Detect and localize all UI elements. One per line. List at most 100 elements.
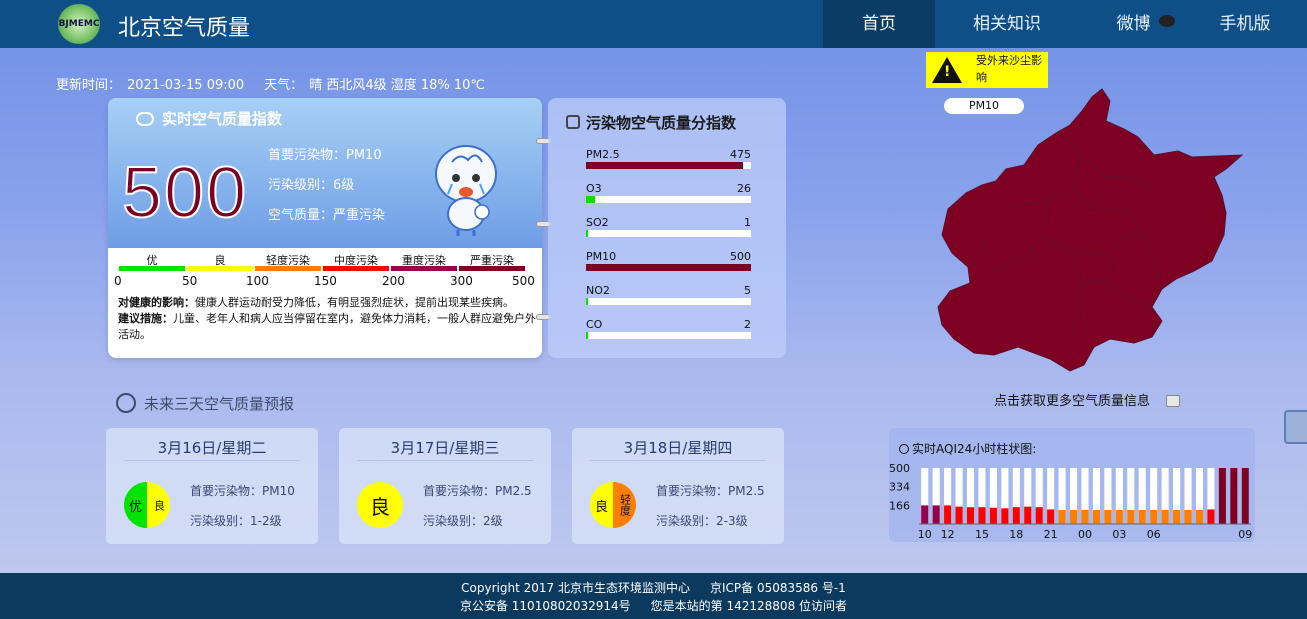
aqi-bar-svg: 500 334 166 10 12 15 18 21 00 03 06 09 [889,462,1252,541]
more-info-text: 点击获取更多空气质量信息 [994,394,1151,409]
aqi-bar[interactable] [966,507,975,524]
pollutant-row: O3 26 [586,182,751,210]
scale-tick: 100 [246,274,269,288]
scale-tick: 500 [512,274,535,288]
advice-text: 儿童、老年人和病人应当停留在室内，避免体力消耗，一般人群应避免户外活动。 [118,312,536,341]
aqi-card: 实时空气质量指数 500 首要污染物：PM10 污染级别：6级 空气质量：严重污… [108,98,542,358]
advice-label: 建议措施： [118,312,173,325]
top-nav-bar: BJMEMC 北京空气质量 首页 相关知识 微博 手机版 [0,0,1307,48]
cloud-icon [136,112,154,126]
aqi-bar[interactable] [1047,509,1055,524]
aqi-bar[interactable] [1161,510,1169,524]
footer-icp[interactable]: 京ICP备 05083586 号-1 [710,581,846,595]
more-info-link[interactable]: 点击获取更多空气质量信息 [994,390,1181,409]
x-tick-label: 00 [1078,528,1092,541]
aqi-bar[interactable] [1218,468,1226,524]
pollutant-value: 1 [744,216,751,229]
aqi-24h-chart: 实时AQI24小时柱状图: 500 334 166 10 12 15 18 21 00 03 06 0… [889,428,1255,542]
aqi-bar[interactable] [1207,509,1215,524]
pollutant-card: 污染物空气质量分指数 PM2.5 475 O3 26 SO2 1 PM10 500 NO2 5 CO… [548,98,786,358]
aqi-bar[interactable] [1058,510,1066,524]
aqi-bar[interactable] [921,505,929,524]
forecast-level: 污染级别：2级 [423,514,503,528]
forecast-card: 3月16日/星期二优良 首要污染物：PM10 污染级别：1-2级 [106,428,318,544]
aqi-bar[interactable] [1241,468,1249,524]
pollutant-name: PM10 [586,250,617,263]
pollutant-track [586,264,751,271]
aqi-bar[interactable] [1092,510,1100,524]
nav-mobile[interactable]: 手机版 [1205,0,1285,48]
scale-bar [391,266,457,271]
aqi-bar[interactable] [932,505,940,524]
forecast-card: 3月17日/星期三良 首要污染物：PM2.5 污染级别：2级 [339,428,551,544]
scale-bar [187,266,253,271]
nav-home[interactable]: 首页 [823,0,935,48]
pollutant-track [586,162,751,169]
pointer-hand-icon [1166,395,1181,407]
pollutant-bar [586,230,588,237]
aqi-bar[interactable] [1081,510,1089,524]
pollutant-row: PM10 500 [586,250,751,278]
dust-alert-text: 受外来沙尘影响 [976,54,1042,84]
pollutant-track [586,196,751,203]
footer: Copyright 2017 北京市生态环境监测中心 京ICP备 05083586… [0,573,1307,619]
dust-alert: 受外来沙尘影响 [926,52,1048,88]
pollutant-bar [586,162,743,169]
aqi-bar[interactable] [1150,510,1158,524]
aqi-bar[interactable] [1138,510,1146,524]
forecast-divider [124,460,300,461]
aqi-bar[interactable] [1230,468,1238,524]
aqi-bar[interactable] [1070,510,1078,524]
scale-tick: 300 [450,274,473,288]
aqi-bar[interactable] [1115,510,1123,524]
forecast-divider [357,460,533,461]
aqi-bar[interactable] [1012,507,1020,524]
aqi-bar[interactable] [1173,510,1181,524]
site-title[interactable]: 北京空气质量 [118,10,250,42]
nav-knowledge[interactable]: 相关知识 [955,0,1059,48]
nav-weibo[interactable]: 微博 [1108,0,1183,48]
forecast-primary: 首要污染物：PM2.5 [423,484,532,498]
aqi-bar[interactable] [989,507,997,524]
forecast-badge: 优良 [124,482,170,528]
badge-right: 轻度 [613,482,636,528]
pollutant-value: 26 [737,182,751,195]
aqi-bar[interactable] [1001,508,1009,524]
pollutant-name: PM2.5 [586,148,620,161]
badge-right: 良 [147,482,170,528]
aqi-bar[interactable] [955,506,963,524]
footer-police[interactable]: 京公安备 11010802032914号 [460,599,631,613]
pollutant-name: SO2 [586,216,609,229]
aqi-bar[interactable] [944,505,952,524]
x-tick-label: 09 [1238,528,1252,541]
aqi-bar[interactable] [1035,507,1043,524]
aqi-level: 污染级别：6级 [268,178,355,193]
badge-left: 优 [124,482,147,528]
scale-tick: 200 [382,274,405,288]
health-text: 健康人群运动耐受力降低，有明显强烈症状，提前出现某些疾病。 [195,296,514,309]
pollutant-value: 2 [744,318,751,331]
aqi-bar[interactable] [1127,510,1135,524]
aqi-card-top: 实时空气质量指数 500 首要污染物：PM10 污染级别：6级 空气质量：严重污… [108,98,542,248]
scale-tick: 150 [314,274,337,288]
weather-label: 天气： [264,78,304,93]
forecast-badge: 良 [357,482,403,528]
scale-bar [323,266,389,271]
site-logo[interactable]: BJMEMC [58,4,100,44]
pollutant-name: O3 [586,182,602,195]
aqi-bar[interactable] [1104,510,1112,524]
pollutant-row: PM2.5 475 [586,148,751,176]
aqi-bar[interactable] [1184,510,1192,524]
forecast-date: 3月16日/星期二 [157,439,267,457]
mascot-icon [435,145,497,236]
side-float-tab[interactable] [1284,410,1307,444]
aqi-bar[interactable] [1195,510,1204,524]
forecast-divider [590,460,766,461]
aqi-bar[interactable] [1024,506,1032,524]
aqi-heading: 实时空气质量指数 [136,108,282,129]
pollutant-tag: PM10 [944,98,1024,114]
pollutant-row: NO2 5 [586,284,751,312]
beijing-map[interactable] [930,85,1250,385]
aqi-bar[interactable] [978,507,986,524]
pollutant-track [586,298,751,305]
